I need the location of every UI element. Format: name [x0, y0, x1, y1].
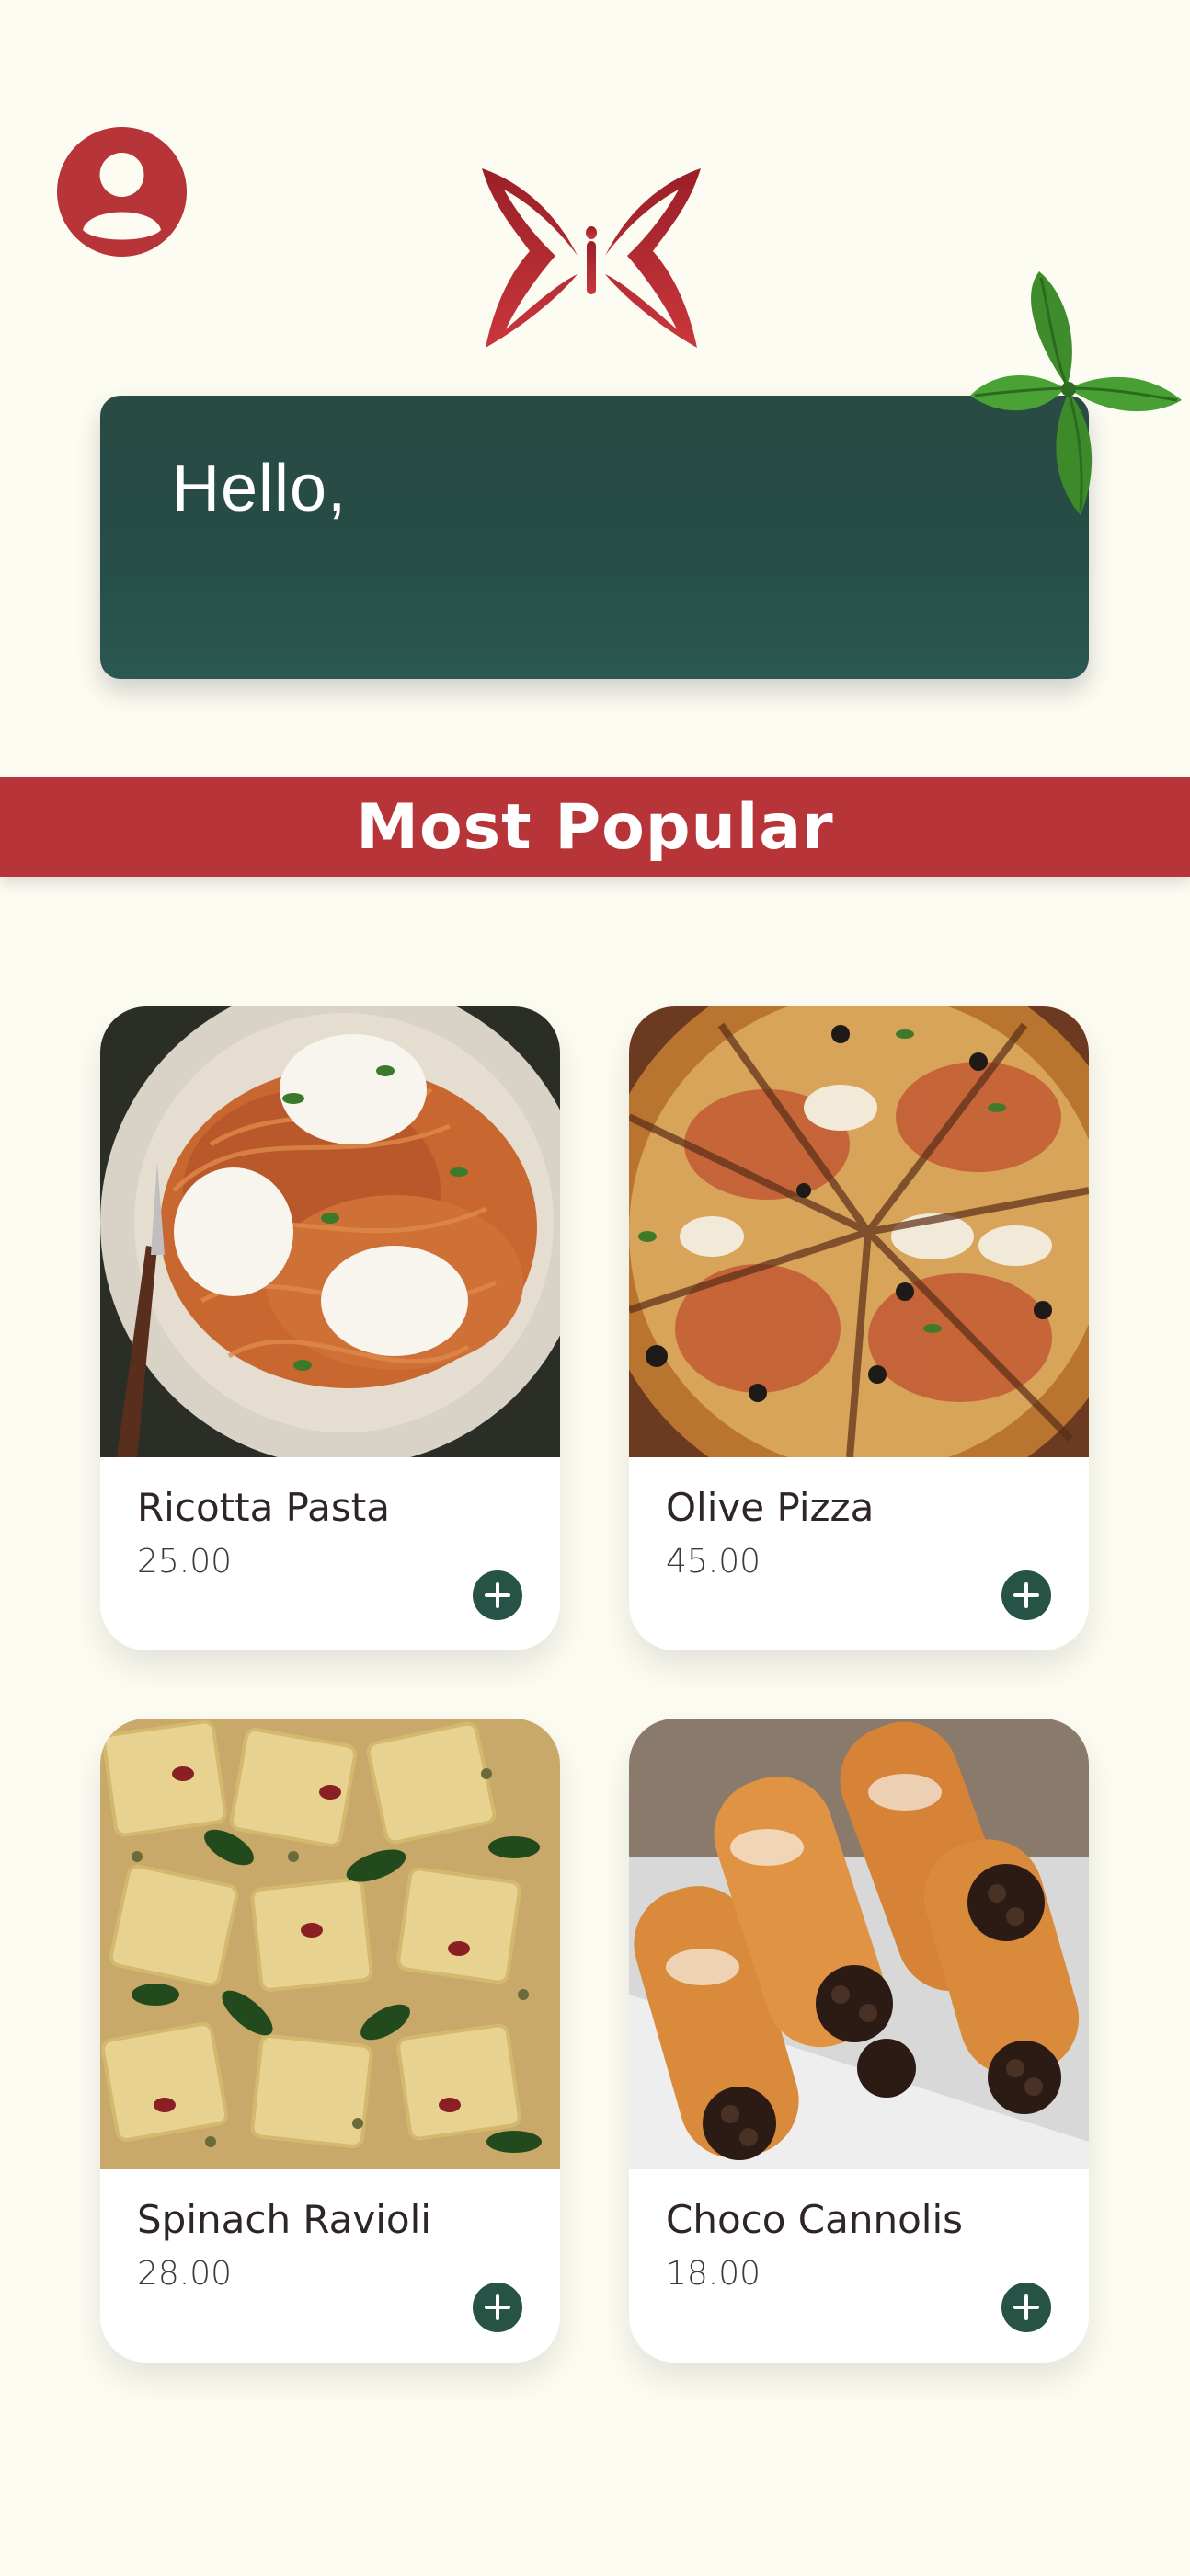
product-card-olive-pizza[interactable]: Olive Pizza 45.00: [629, 1006, 1089, 1650]
product-name: Choco Cannolis: [666, 2197, 963, 2242]
product-price: 45.00: [666, 1543, 761, 1581]
olive-pizza-photo: [629, 1006, 1089, 1457]
most-popular-banner: Most Popular: [0, 777, 1190, 877]
greeting-card: Hello,: [100, 396, 1089, 679]
spinach-ravioli-photo: [100, 1719, 560, 2169]
product-card-ricotta-pasta[interactable]: Ricotta Pasta 25.00: [100, 1006, 560, 1650]
section-title: Most Popular: [356, 790, 834, 864]
greeting-text: Hello,: [172, 452, 348, 525]
ricotta-pasta-photo: [100, 1006, 560, 1457]
product-name: Olive Pizza: [666, 1485, 875, 1530]
product-name: Spinach Ravioli: [137, 2197, 431, 2242]
add-to-cart-button[interactable]: [473, 1570, 522, 1620]
add-to-cart-button[interactable]: [1001, 2283, 1051, 2332]
user-icon: [57, 127, 187, 257]
product-card-spinach-ravioli[interactable]: Spinach Ravioli 28.00: [100, 1719, 560, 2363]
butterfly-logo-icon: [482, 168, 701, 348]
butterfly-logo: [476, 164, 706, 352]
choco-cannolis-photo: [629, 1719, 1089, 2169]
product-price: 25.00: [137, 1543, 233, 1581]
product-card-choco-cannolis[interactable]: Choco Cannolis 18.00: [629, 1719, 1089, 2363]
product-price: 18.00: [666, 2255, 761, 2293]
product-name: Ricotta Pasta: [137, 1485, 390, 1530]
add-to-cart-button[interactable]: [473, 2283, 522, 2332]
add-to-cart-button[interactable]: [1001, 1570, 1051, 1620]
profile-avatar-button[interactable]: [57, 127, 187, 257]
product-price: 28.00: [137, 2255, 233, 2293]
